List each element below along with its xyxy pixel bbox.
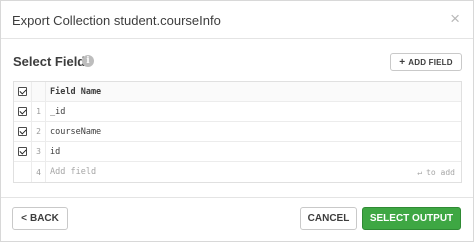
to-add-label: to add	[426, 167, 455, 177]
chevron-left-icon: <	[21, 213, 27, 224]
add-field-label: ADD FIELD	[408, 57, 453, 67]
select-all-cell	[14, 82, 32, 101]
row-number: 4	[32, 162, 46, 182]
row-check-cell	[14, 122, 32, 141]
fields-table: Field Name 1 _id 2 courseName 3 id 4 Add…	[13, 81, 462, 183]
table-header-row: Field Name	[14, 82, 461, 102]
cancel-button[interactable]: CANCEL	[300, 207, 357, 230]
field-checkbox[interactable]	[18, 127, 27, 136]
row-number: 1	[32, 102, 46, 121]
field-name[interactable]: _id	[50, 102, 65, 121]
row-check-cell	[14, 162, 32, 182]
plus-icon: +	[399, 56, 406, 68]
add-field-row: 4 Add field ↵ to add	[14, 162, 461, 182]
field-checkbox[interactable]	[18, 147, 27, 156]
dialog-title: Export Collection student.courseInfo	[12, 13, 221, 28]
field-checkbox[interactable]	[18, 107, 27, 116]
info-icon[interactable]: i	[82, 55, 94, 67]
row-number: 2	[32, 122, 46, 141]
table-row: 1 _id	[14, 102, 461, 122]
field-name[interactable]: id	[50, 142, 60, 161]
section-title: Select Fields	[13, 54, 93, 69]
dialog-footer: < BACK CANCEL SELECT OUTPUT	[1, 197, 473, 242]
row-number-header	[32, 82, 46, 101]
close-icon[interactable]: ×	[450, 10, 460, 27]
row-check-cell	[14, 142, 32, 161]
select-all-checkbox[interactable]	[18, 87, 27, 96]
export-collection-dialog: Export Collection student.courseInfo × S…	[0, 0, 474, 242]
field-name[interactable]: courseName	[50, 122, 101, 141]
add-field-button[interactable]: + ADD FIELD	[390, 53, 462, 71]
add-field-input[interactable]: Add field	[50, 162, 96, 182]
to-add-hint: ↵ to add	[417, 162, 455, 182]
enter-key-icon: ↵	[417, 167, 423, 177]
row-number: 3	[32, 142, 46, 161]
back-button[interactable]: < BACK	[12, 207, 68, 230]
back-label: BACK	[29, 213, 59, 224]
dialog-header: Export Collection student.courseInfo ×	[1, 1, 473, 39]
table-row: 2 courseName	[14, 122, 461, 142]
field-name-header: Field Name	[50, 86, 102, 97]
table-row: 3 id	[14, 142, 461, 162]
row-check-cell	[14, 102, 32, 121]
select-output-button[interactable]: SELECT OUTPUT	[362, 207, 461, 230]
